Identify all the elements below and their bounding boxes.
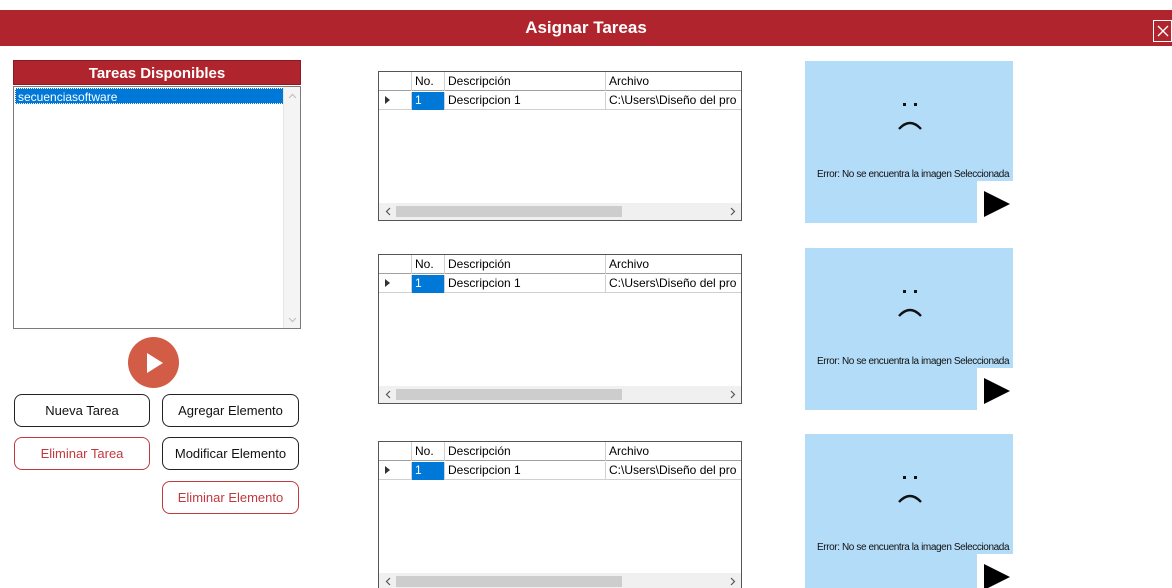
edit-element-button[interactable]: Modificar Elemento	[162, 437, 299, 470]
play-icon	[146, 352, 163, 373]
tasks-list-header: Tareas Disponibles	[13, 60, 301, 85]
title-bar: Asignar Tareas	[0, 10, 1172, 46]
table-row[interactable]: 1 Descripcion 1 C:\Users\Diseño del pro	[379, 92, 741, 110]
play-icon[interactable]	[983, 564, 1011, 588]
table-row[interactable]: 1 Descripcion 1 C:\Users\Diseño del pro	[379, 275, 741, 293]
scroll-left-icon[interactable]	[379, 386, 396, 403]
sad-face-icon	[898, 476, 922, 503]
column-header-no[interactable]: No.	[412, 72, 445, 91]
tasks-listbox[interactable]: secuenciasoftware	[13, 86, 301, 329]
grid-header: No. Descripción Archivo	[379, 442, 741, 461]
sad-face-icon	[898, 103, 922, 130]
scroll-up-icon[interactable]	[284, 87, 301, 104]
play-icon[interactable]	[983, 378, 1011, 404]
cell-archivo[interactable]: C:\Users\Diseño del pro	[606, 92, 741, 110]
cell-descripcion[interactable]: Descripcion 1	[445, 462, 606, 480]
scroll-thumb[interactable]	[396, 206, 622, 217]
elements-grid-2[interactable]: No. Descripción Archivo 1 Descripcion 1 …	[378, 254, 742, 404]
table-row[interactable]: 1 Descripcion 1 C:\Users\Diseño del pro	[379, 462, 741, 480]
vertical-scrollbar[interactable]	[283, 87, 300, 328]
cell-no[interactable]: 1	[412, 275, 445, 293]
grid-header: No. Descripción Archivo	[379, 72, 741, 91]
scroll-thumb[interactable]	[396, 389, 622, 400]
close-button[interactable]	[1153, 20, 1172, 42]
cell-descripcion[interactable]: Descripcion 1	[445, 275, 606, 293]
list-item[interactable]: secuenciasoftware	[15, 88, 284, 104]
assign-tasks-window: Asignar Tareas Tareas Disponibles secuen…	[0, 0, 1172, 588]
column-header-archivo[interactable]: Archivo	[606, 442, 741, 461]
row-selector-icon	[379, 275, 412, 293]
elements-grid-3[interactable]: No. Descripción Archivo 1 Descripcion 1 …	[378, 441, 742, 588]
scroll-right-icon[interactable]	[724, 203, 741, 220]
grid-header: No. Descripción Archivo	[379, 255, 741, 274]
column-header-no[interactable]: No.	[412, 255, 445, 274]
scroll-left-icon[interactable]	[379, 573, 396, 588]
scroll-right-icon[interactable]	[724, 386, 741, 403]
elements-grid-1[interactable]: No. Descripción Archivo 1 Descripcion 1 …	[378, 71, 742, 221]
scroll-right-icon[interactable]	[724, 573, 741, 588]
column-header-archivo[interactable]: Archivo	[606, 255, 741, 274]
cell-descripcion[interactable]: Descripcion 1	[445, 92, 606, 110]
cell-archivo[interactable]: C:\Users\Diseño del pro	[606, 462, 741, 480]
new-task-button[interactable]: Nueva Tarea	[14, 394, 150, 427]
image-preview-1[interactable]: Error: No se encuentra la imagen Selecci…	[805, 61, 1013, 223]
close-icon	[1157, 25, 1168, 37]
column-header-descripcion[interactable]: Descripción	[445, 72, 606, 91]
cell-no[interactable]: 1	[412, 92, 445, 110]
horizontal-scrollbar[interactable]	[379, 386, 741, 403]
scroll-thumb[interactable]	[396, 576, 622, 587]
play-icon[interactable]	[983, 191, 1011, 217]
preview-error-text: Error: No se encuentra la imagen Selecci…	[817, 542, 1010, 553]
column-header-archivo[interactable]: Archivo	[606, 72, 741, 91]
add-element-button[interactable]: Agregar Elemento	[162, 394, 299, 427]
row-selector-icon	[379, 462, 412, 480]
column-header-no[interactable]: No.	[412, 442, 445, 461]
preview-error-text: Error: No se encuentra la imagen Selecci…	[817, 356, 1010, 367]
row-selector-icon	[379, 92, 412, 110]
play-task-button[interactable]	[128, 337, 179, 388]
cell-archivo[interactable]: C:\Users\Diseño del pro	[606, 275, 741, 293]
horizontal-scrollbar[interactable]	[379, 573, 741, 588]
horizontal-scrollbar[interactable]	[379, 203, 741, 220]
image-preview-2[interactable]: Error: No se encuentra la imagen Selecci…	[805, 248, 1013, 410]
image-preview-3[interactable]: Error: No se encuentra la imagen Selecci…	[805, 434, 1013, 588]
scroll-down-icon[interactable]	[284, 311, 301, 328]
column-header-descripcion[interactable]: Descripción	[445, 255, 606, 274]
scroll-left-icon[interactable]	[379, 203, 396, 220]
delete-element-button[interactable]: Eliminar Elemento	[162, 481, 299, 514]
window-title: Asignar Tareas	[525, 18, 647, 37]
column-header-descripcion[interactable]: Descripción	[445, 442, 606, 461]
sad-face-icon	[898, 290, 922, 317]
preview-error-text: Error: No se encuentra la imagen Selecci…	[817, 169, 1010, 180]
cell-no[interactable]: 1	[412, 462, 445, 480]
delete-task-button[interactable]: Eliminar Tarea	[14, 437, 150, 470]
